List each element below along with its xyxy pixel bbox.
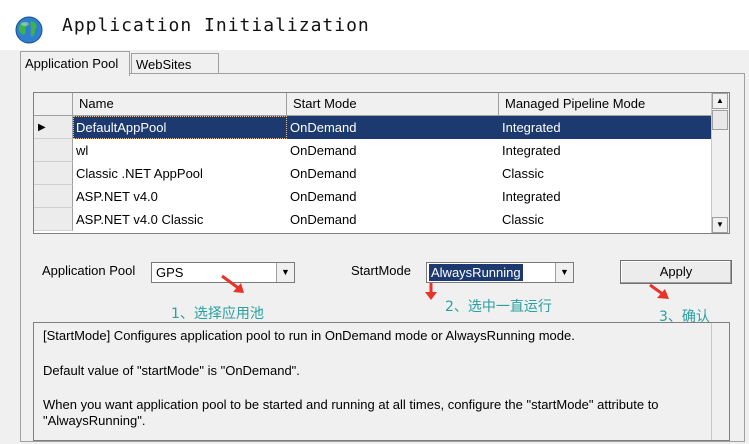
grid-header: Name Start Mode Managed Pipeline Mode <box>34 93 712 116</box>
chevron-down-icon[interactable]: ▼ <box>276 263 294 282</box>
column-header-name[interactable]: Name <box>73 93 287 115</box>
window-title: Application Initialization <box>62 15 370 36</box>
cell-pipeline: Integrated <box>499 116 712 139</box>
application-pool-label: Application Pool <box>42 263 136 278</box>
table-row[interactable]: ▶ DefaultAppPool OnDemand Integrated <box>34 116 712 139</box>
table-row[interactable]: ASP.NET v4.0 OnDemand Integrated <box>34 185 712 208</box>
app-pool-grid[interactable]: Name Start Mode Managed Pipeline Mode ▶ … <box>33 92 730 234</box>
row-indicator-icon: ▶ <box>34 116 73 139</box>
cell-pipeline: Integrated <box>502 143 561 158</box>
globe-icon <box>15 16 43 44</box>
grid-scrollbar[interactable]: ▲ ▼ <box>711 93 729 233</box>
cell-name: wl <box>76 143 89 158</box>
cell-pipeline: Integrated <box>502 189 561 204</box>
cell-start-mode: OnDemand <box>290 189 357 204</box>
annotation-step-2: 2、选中一直运行 <box>445 299 552 315</box>
arrow-annotation-icon <box>425 283 437 300</box>
chevron-down-icon[interactable]: ▼ <box>555 263 573 282</box>
main-area: Application Pool WebSites Name Start Mod… <box>0 50 749 444</box>
row-selector <box>34 139 73 162</box>
cell-pipeline: Classic <box>502 212 544 227</box>
row-selector <box>34 162 73 185</box>
description-line-3: When you want application pool to be sta… <box>43 397 659 428</box>
arrow-annotation-icon <box>649 283 669 299</box>
scroll-down-icon[interactable]: ▼ <box>712 217 728 233</box>
table-row[interactable]: wl OnDemand Integrated <box>34 139 712 162</box>
row-selector <box>34 185 73 208</box>
cell-name: DefaultAppPool <box>73 116 287 139</box>
application-pool-value: GPS <box>156 265 184 280</box>
cell-start-mode: OnDemand <box>290 166 357 181</box>
scroll-thumb[interactable] <box>712 110 728 130</box>
cell-start-mode: OnDemand <box>290 212 357 227</box>
column-header-pipeline-mode[interactable]: Managed Pipeline Mode <box>499 93 712 115</box>
description-scrollbar[interactable] <box>711 323 729 440</box>
description-box: [StartMode] Configures application pool … <box>33 322 730 441</box>
apply-button[interactable]: Apply <box>620 260 732 284</box>
cell-start-mode: OnDemand <box>290 143 357 158</box>
column-header-start-mode[interactable]: Start Mode <box>287 93 499 115</box>
cell-start-mode: OnDemand <box>287 116 499 139</box>
startmode-label: StartMode <box>351 263 411 278</box>
scroll-up-icon[interactable]: ▲ <box>712 93 728 109</box>
table-row[interactable]: ASP.NET v4.0 Classic OnDemand Classic <box>34 208 712 231</box>
arrow-annotation-icon <box>221 274 244 293</box>
app-init-window: Application Initialization Application P… <box>0 0 749 444</box>
cell-name: ASP.NET v4.0 <box>76 189 158 204</box>
tab-websites[interactable]: WebSites <box>131 53 219 74</box>
startmode-value: AlwaysRunning <box>429 264 523 281</box>
cell-name: ASP.NET v4.0 Classic <box>76 212 204 227</box>
header: Application Initialization <box>0 0 749 51</box>
row-selector-header <box>34 93 73 115</box>
application-pool-panel: Name Start Mode Managed Pipeline Mode ▶ … <box>20 73 745 442</box>
tab-application-pool[interactable]: Application Pool <box>20 51 130 76</box>
row-selector <box>34 208 73 231</box>
cell-pipeline: Classic <box>502 166 544 181</box>
startmode-dropdown[interactable]: AlwaysRunning ▼ <box>426 262 574 283</box>
annotation-step-1: 1、选择应用池 <box>171 306 264 322</box>
cell-name: Classic .NET AppPool <box>76 166 203 181</box>
description-line-2: Default value of "startMode" is "OnDeman… <box>43 363 300 378</box>
description-line-1: [StartMode] Configures application pool … <box>43 328 575 343</box>
table-row[interactable]: Classic .NET AppPool OnDemand Classic <box>34 162 712 185</box>
